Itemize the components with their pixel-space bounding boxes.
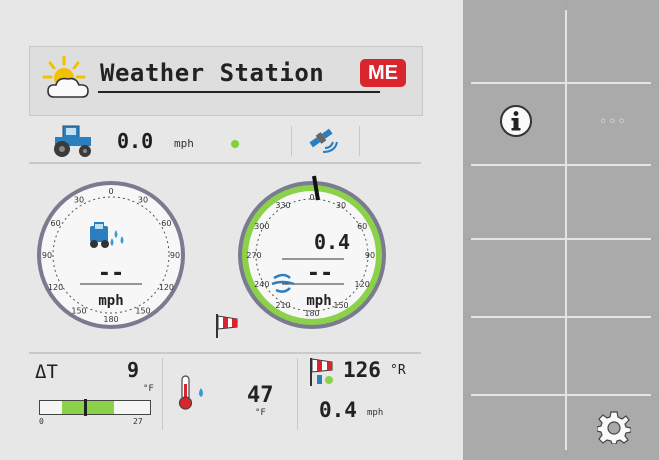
wind-gauge-tick-label: 150 [333,301,348,310]
partly-sunny-icon [38,53,98,107]
vehicle-gauge-tick-label: 90 [42,251,52,260]
wind-gauge-tick-label: 120 [355,280,370,289]
vehicle-gauge-tick-label: 30 [138,196,148,205]
wind-gauge-tick-label: 240 [254,280,269,289]
wind-gauge-unit: mph [306,293,331,309]
weather-station-screen: Weather Station ME 0.0 mph 0 30 60 90 12… [0,0,463,460]
windsock-icon [216,314,238,338]
softkey-9[interactable] [463,318,565,394]
vehicle-speed-value: 0.0 [117,129,154,153]
vehicle-gauge-tick-label: 150 [135,306,150,315]
vehicle-gauge-tick-label: 150 [71,306,86,315]
delta-t-label: ΔT [35,361,58,383]
wind-gauge-top-value: 0.4 [314,230,350,254]
wind-gauge-tick-label: 330 [275,201,290,210]
sidebar-divider-h4 [471,316,651,318]
delta-t-bar-max: 27 [133,417,143,426]
sidebar-divider-h1 [471,82,651,84]
more-label: ◦◦◦ [599,114,627,130]
temperature-value: 47 [247,383,274,408]
speed-row-divider-2 [359,126,360,156]
wind-gauge-tick-label: 300 [254,222,269,231]
wind-gauge-tick-label: 180 [304,309,319,318]
vehicle-gauge-tick-label: 60 [161,219,171,228]
info-button[interactable] [463,84,565,164]
vehicle-speed-gauge: 0 30 60 90 120 150 180 150 120 90 60 30 -- mph [37,181,185,329]
vehicle-gauge-unit: mph [98,293,123,309]
delta-t-unit: °F [143,384,154,394]
title-underline [98,91,380,93]
wind-gauge-tick-label: 270 [246,251,261,260]
softkey-7[interactable] [463,240,565,316]
softkey-1[interactable] [463,0,565,82]
delta-t-value: 9 [127,358,140,382]
thermometer-icon [177,374,211,416]
tractor-icon [49,124,95,162]
vehicle-gauge-tick-label: 60 [51,219,61,228]
softkey-6[interactable] [567,166,659,238]
me-logo: ME [360,59,406,87]
vehicle-speed-unit: mph [174,137,194,150]
softkey-5[interactable] [463,166,565,238]
gps-status-dot [231,140,239,148]
page-title: Weather Station [100,59,325,87]
wind-gauge-tick-label: 30 [336,201,346,210]
sidebar-divider-v [565,10,567,450]
wind-speed-unit: mph [367,408,384,418]
softkey-11[interactable] [463,396,565,460]
wind-gauge-tick-label: 0 [309,193,314,202]
softkey-2[interactable] [567,0,659,82]
more-button[interactable]: ◦◦◦ [567,84,659,164]
delta-t-bar-min: 0 [39,417,44,426]
sidebar-divider-h5 [471,394,651,396]
sidebar-divider-h2 [471,164,651,166]
gear-icon [596,410,632,448]
readings-row: ΔT 9 °F 0 27 47 °F 126 °R 0.4 mph [29,352,421,438]
header-bar: Weather Station ME [29,46,423,116]
delta-t-optimal-range [62,401,114,414]
wind-gauge-tick-label: 90 [365,251,375,260]
vehicle-gauge-tick-label: 90 [170,251,180,260]
readings-divider-1 [162,358,163,430]
gauges-panel: 0 30 60 90 120 150 180 150 120 90 60 30 -- mph 0 30 6… [37,175,386,338]
sidebar-divider-h3 [471,238,651,240]
temperature-unit: °F [255,408,266,418]
windsock-icon [308,356,344,392]
softkey-8[interactable] [567,240,659,316]
wind-speed-value: 0.4 [319,398,357,422]
speed-row-divider [291,126,292,156]
wind-gauge-tick-label: 210 [275,301,290,310]
readings-divider-2 [297,358,298,430]
satellite-icon [305,124,341,160]
delta-t-marker [84,399,87,416]
softkey-sidebar: ◦◦◦ [463,0,659,460]
vehicle-gauge-value: -- [98,261,125,286]
wind-direction-unit: °R [390,363,406,378]
wind-gauge-value: -- [307,261,334,286]
vehicle-gauge-tick-label: 30 [74,196,84,205]
softkey-10[interactable] [567,318,659,394]
settings-button[interactable] [567,396,659,460]
info-icon [499,104,533,142]
vehicle-speed-row: 0.0 mph [29,118,421,162]
delta-t-bar [39,399,151,416]
wind-direction-value: 126 [343,358,381,382]
vehicle-gauge-tick-label: 180 [103,315,118,324]
wind-gauge: 0 30 60 90 120 150 180 210 240 270 300 330 0.4 -- m… [238,175,386,329]
vehicle-gauge-tick-label: 120 [159,283,174,292]
vehicle-gauge-tick-label: 120 [48,283,63,292]
vehicle-gauge-tick-label: 0 [108,187,113,196]
wind-gauge-tick-label: 60 [357,222,367,231]
